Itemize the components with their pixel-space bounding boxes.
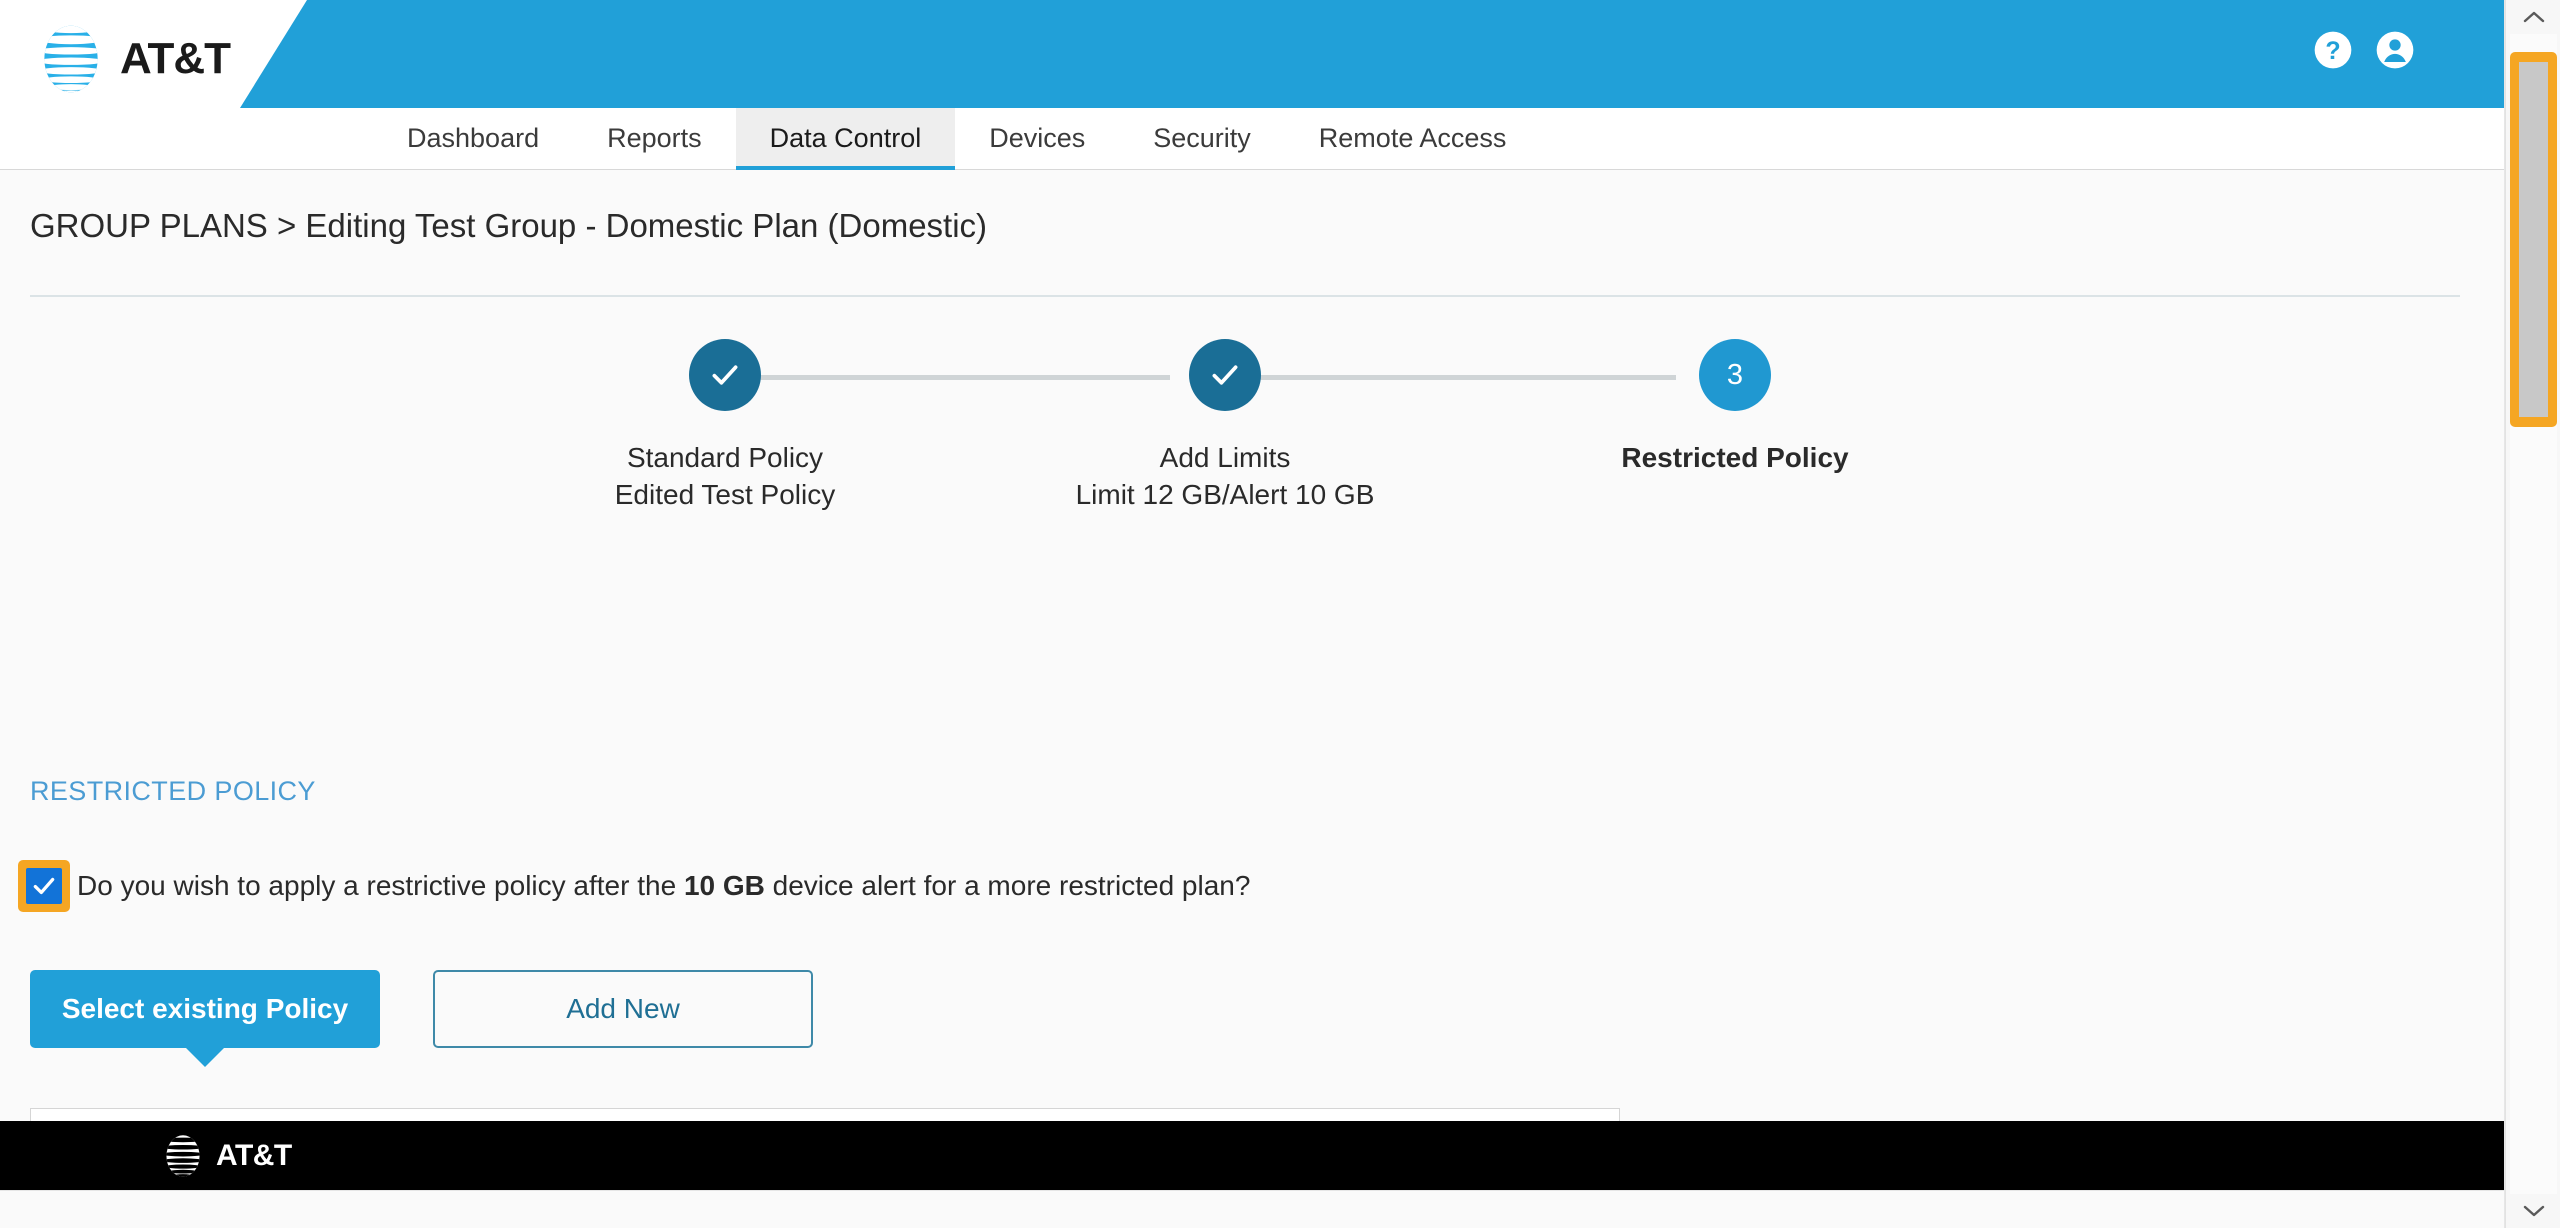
header-icon-group: ? xyxy=(2313,30,2415,70)
check-icon xyxy=(1212,365,1238,385)
app-window: AT&T ? Dashboard Reports Data Control De… xyxy=(0,0,2560,1228)
step-restricted-policy[interactable]: 3 Restricted Policy xyxy=(1570,319,1900,476)
nav-label: Devices xyxy=(989,123,1086,153)
chevron-up-icon xyxy=(2523,11,2544,23)
step-standard-policy[interactable]: Standard Policy Edited Test Policy xyxy=(560,319,890,513)
step-1-sublabel: Edited Test Policy xyxy=(614,479,836,511)
att-globe-icon xyxy=(44,25,98,93)
question-text-after: device alert for a more restricted plan? xyxy=(764,870,1251,901)
step-2-circle xyxy=(1189,339,1261,411)
step-add-limits[interactable]: Add Limits Limit 12 GB/Alert 10 GB xyxy=(1060,319,1390,513)
scroll-up-button[interactable] xyxy=(2506,0,2560,34)
vertical-scrollbar[interactable] xyxy=(2505,0,2560,1228)
step-1-label: Standard Policy xyxy=(626,442,824,473)
nav-label: Data Control xyxy=(769,123,922,153)
top-header: AT&T ? xyxy=(0,0,2505,108)
nav-label: Remote Access xyxy=(1318,123,1507,153)
restrictive-policy-checkbox[interactable] xyxy=(18,860,70,912)
window-bottom-strip xyxy=(0,1190,2505,1228)
footer-wordmark: AT&T xyxy=(216,1138,292,1172)
breadcrumb: GROUP PLANS > Editing Test Group - Domes… xyxy=(30,207,988,244)
nav-item-devices[interactable]: Devices xyxy=(955,108,1119,169)
check-icon xyxy=(712,365,738,385)
step-2-sublabel: Limit 12 GB/Alert 10 GB xyxy=(1075,479,1375,511)
scrollbar-thumb[interactable] xyxy=(2510,52,2557,427)
header-blue-banner xyxy=(240,0,2505,108)
nav-label: Security xyxy=(1153,123,1251,153)
user-account-icon[interactable] xyxy=(2375,30,2415,70)
breadcrumb-divider xyxy=(30,295,2460,297)
scroll-down-button[interactable] xyxy=(2506,1194,2560,1228)
policy-mode-buttons: Select existing Policy Add New xyxy=(30,970,813,1048)
main-navigation: Dashboard Reports Data Control Devices S… xyxy=(0,108,2505,170)
svg-text:?: ? xyxy=(2325,37,2340,65)
step-3-number: 3 xyxy=(1726,358,1744,391)
att-logo[interactable]: AT&T xyxy=(34,22,231,96)
section-title-restricted-policy: RESTRICTED POLICY xyxy=(30,776,316,806)
step-3-label: Restricted Policy xyxy=(1621,442,1849,473)
scrollbar-thumb-inner xyxy=(2519,62,2548,417)
wizard-stepper: Standard Policy Edited Test Policy Add L… xyxy=(560,319,1940,519)
select-existing-policy-button[interactable]: Select existing Policy xyxy=(30,970,380,1048)
nav-label: Dashboard xyxy=(407,123,540,153)
nav-label: Reports xyxy=(607,123,702,153)
step-3-circle: 3 xyxy=(1699,339,1771,411)
att-wordmark: AT&T xyxy=(120,34,231,83)
help-circle-icon[interactable]: ? xyxy=(2313,30,2353,70)
chevron-down-icon xyxy=(2523,1205,2544,1217)
table-header-row: POLICY NAME WEBSITE CATEGORY ACCESS SPEC… xyxy=(31,1109,1619,1121)
checkbox-box xyxy=(26,868,62,904)
step-2-label: Add Limits xyxy=(1159,442,1291,473)
nav-item-dashboard[interactable]: Dashboard xyxy=(373,108,573,169)
page-footer: AT&T xyxy=(0,1121,2505,1190)
question-emphasis: 10 GB xyxy=(683,870,765,901)
nav-item-remote-access[interactable]: Remote Access xyxy=(1285,108,1541,169)
question-text-before: Do you wish to apply a restrictive polic… xyxy=(77,870,684,901)
step-1-circle xyxy=(689,339,761,411)
nav-item-reports[interactable]: Reports xyxy=(573,108,736,169)
nav-item-security[interactable]: Security xyxy=(1119,108,1285,169)
main-content: GROUP PLANS > Editing Test Group - Domes… xyxy=(0,171,2505,1121)
checkmark-icon xyxy=(33,877,55,895)
add-new-policy-button[interactable]: Add New xyxy=(433,970,813,1048)
restrictive-policy-question-label: Do you wish to apply a restrictive polic… xyxy=(77,870,1250,902)
restrictive-policy-question-row: Do you wish to apply a restrictive polic… xyxy=(18,860,1250,912)
att-globe-icon xyxy=(166,1134,200,1177)
scrollbar-track[interactable] xyxy=(2510,34,2557,1194)
nav-item-data-control[interactable]: Data Control xyxy=(735,108,956,170)
policy-table: POLICY NAME WEBSITE CATEGORY ACCESS SPEC… xyxy=(30,1108,1620,1121)
